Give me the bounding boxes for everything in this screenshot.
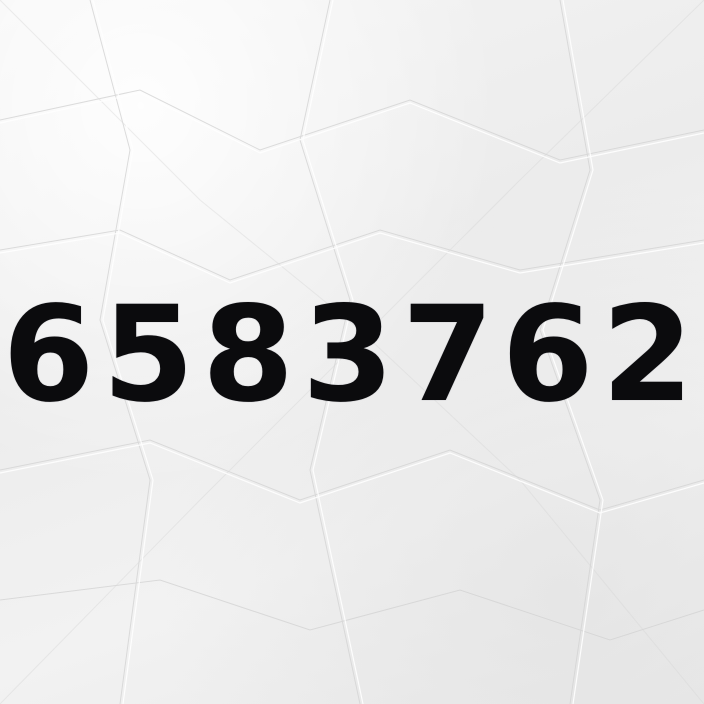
crumpled-paper-background: 6583762 xyxy=(0,0,704,704)
code-digits: 6583762 xyxy=(2,278,702,432)
